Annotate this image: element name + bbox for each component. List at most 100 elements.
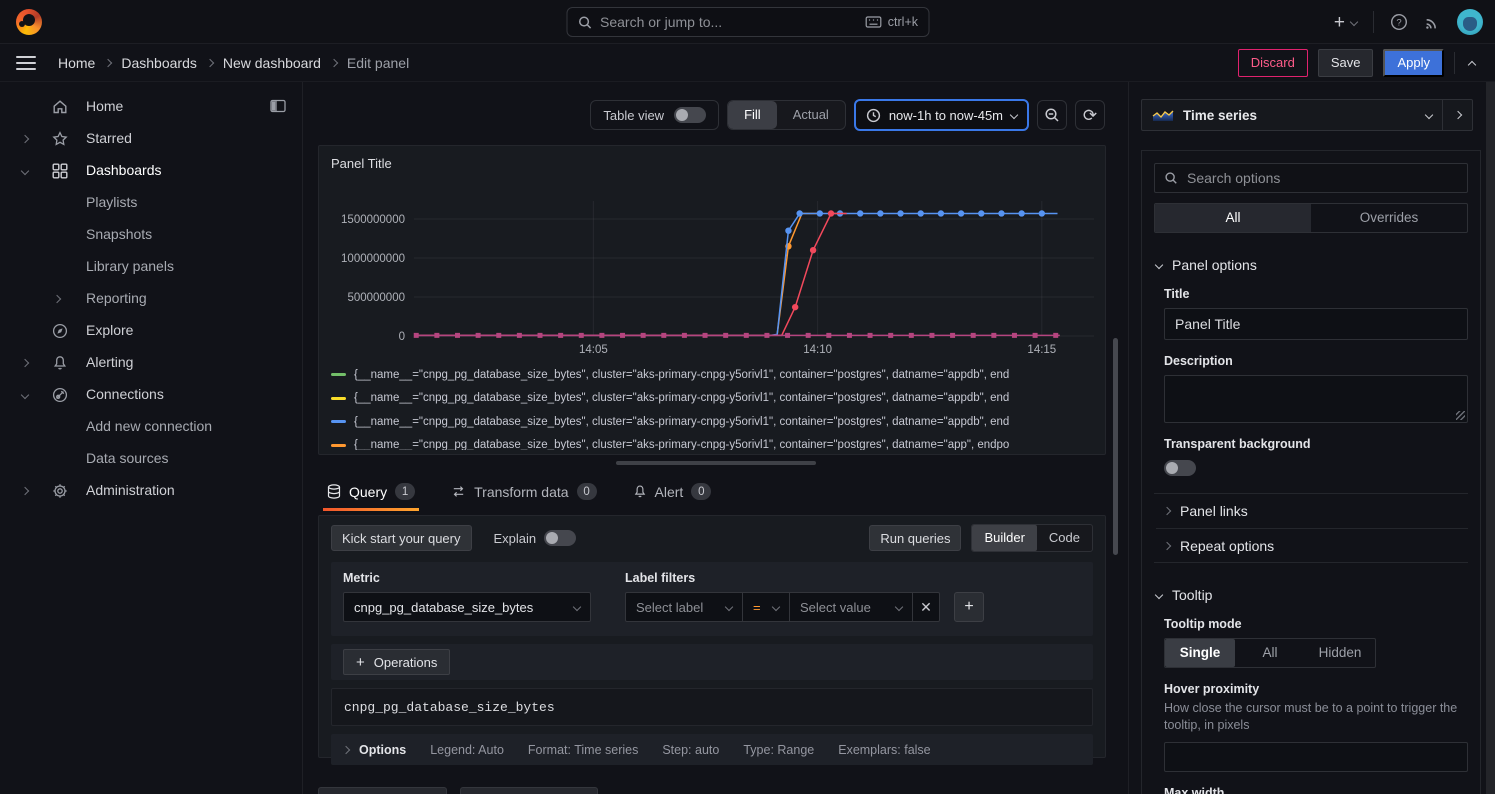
description-textarea[interactable] xyxy=(1164,375,1468,423)
options-sidebar: Time series Search options All Overrides… xyxy=(1128,82,1495,794)
expand-caret-icon[interactable] xyxy=(21,359,29,367)
sidebar-item-snapshots[interactable]: Snapshots xyxy=(0,219,302,251)
pane-resize-handle[interactable] xyxy=(616,461,816,465)
select-label-dropdown[interactable]: Select label xyxy=(625,592,743,622)
kick-start-query-button[interactable]: Kick start your query xyxy=(331,525,472,551)
user-avatar[interactable] xyxy=(1457,9,1483,35)
add-query-button[interactable] xyxy=(318,787,447,794)
global-search-input[interactable]: Search or jump to... ctrl+k xyxy=(566,7,929,37)
sidebar-item-starred[interactable]: Starred xyxy=(0,123,302,155)
apply-button[interactable]: Apply xyxy=(1383,49,1444,77)
refresh-button[interactable]: ⟳ xyxy=(1075,100,1105,130)
legend-item[interactable]: {__name__="cnpg_pg_database_size_bytes",… xyxy=(331,387,1103,411)
transparent-background-toggle[interactable] xyxy=(1164,460,1196,476)
tooltip-header[interactable]: Tooltip xyxy=(1156,587,1468,603)
legend-item[interactable]: {__name__="cnpg_pg_database_size_bytes",… xyxy=(331,434,1103,451)
divider xyxy=(1154,562,1468,563)
zoom-out-button[interactable] xyxy=(1037,100,1067,130)
sidebar-item-administration[interactable]: Administration xyxy=(0,475,302,507)
save-button[interactable]: Save xyxy=(1318,49,1374,77)
svg-text:1500000000: 1500000000 xyxy=(341,214,405,226)
sidebar-scrollbar[interactable] xyxy=(1486,82,1495,794)
tab-alert[interactable]: Alert 0 xyxy=(629,474,716,511)
chevron-right-icon xyxy=(206,58,214,66)
select-value-dropdown[interactable]: Select value xyxy=(789,592,913,622)
operator-dropdown[interactable]: = xyxy=(742,592,790,622)
dock-sidebar-icon[interactable] xyxy=(270,99,286,113)
scrollbar-thumb[interactable] xyxy=(1113,338,1118,555)
title-field-label: Title xyxy=(1164,287,1468,301)
transform-count-badge: 0 xyxy=(577,483,597,500)
transparent-background-label: Transparent background xyxy=(1164,437,1468,451)
expand-caret-icon[interactable] xyxy=(21,487,29,495)
grafana-logo-icon[interactable] xyxy=(16,9,42,35)
table-view-toggle[interactable] xyxy=(674,107,706,123)
fill-option[interactable]: Fill xyxy=(728,101,777,129)
tab-transform-data[interactable]: Transform data 0 xyxy=(447,474,600,511)
hover-proximity-input[interactable] xyxy=(1164,742,1468,772)
breadcrumb-new-dashboard[interactable]: New dashboard xyxy=(223,55,321,71)
sidebar-item-playlists[interactable]: Playlists xyxy=(0,187,302,219)
chevron-right-icon xyxy=(104,58,112,66)
gear-icon xyxy=(52,483,68,499)
sidebar-item-label: Add new connection xyxy=(86,418,212,434)
panel-title[interactable]: Panel Title xyxy=(331,156,392,171)
plus-icon: + xyxy=(356,654,365,671)
menu-toggle-button[interactable] xyxy=(16,56,36,70)
alert-bell-icon xyxy=(633,484,647,499)
expand-caret-icon[interactable] xyxy=(21,135,29,143)
sidebar-item-data-sources[interactable]: Data sources xyxy=(0,443,302,475)
visualization-row: Time series xyxy=(1141,99,1473,131)
code-option[interactable]: Code xyxy=(1037,525,1092,551)
discard-button[interactable]: Discard xyxy=(1238,49,1308,77)
sidebar-item-connections[interactable]: Connections xyxy=(0,379,302,411)
remove-filter-button[interactable]: ✕ xyxy=(912,592,940,622)
breadcrumb-dashboards[interactable]: Dashboards xyxy=(121,55,197,71)
sidebar-item-dashboards[interactable]: Dashboards xyxy=(0,155,302,187)
collapse-caret-icon[interactable] xyxy=(21,391,29,399)
search-options-input[interactable]: Search options xyxy=(1154,163,1468,193)
actual-option[interactable]: Actual xyxy=(777,101,845,129)
sidebar-item-reporting[interactable]: Reporting xyxy=(0,283,302,315)
explain-label: Explain xyxy=(494,531,537,546)
new-menu-button[interactable]: + xyxy=(1334,13,1357,32)
resize-handle-icon[interactable] xyxy=(1456,411,1465,420)
open-viz-picker-button[interactable] xyxy=(1443,99,1473,131)
repeat-options-section[interactable]: Repeat options xyxy=(1156,528,1468,562)
visualization-picker[interactable]: Time series xyxy=(1141,99,1443,131)
collapse-header-button[interactable] xyxy=(1465,51,1479,75)
tab-all[interactable]: All xyxy=(1155,204,1311,232)
help-icon[interactable]: ? xyxy=(1390,13,1408,31)
add-expression-button[interactable] xyxy=(460,787,598,794)
legend-item[interactable]: {__name__="cnpg_pg_database_size_bytes",… xyxy=(331,410,1103,434)
add-filter-button[interactable]: + xyxy=(954,592,984,622)
tab-overrides[interactable]: Overrides xyxy=(1311,204,1467,232)
add-operations-button[interactable]: + Operations xyxy=(343,649,450,675)
expand-caret-icon[interactable] xyxy=(53,295,61,303)
metric-select[interactable]: cnpg_pg_database_size_bytes xyxy=(343,592,591,622)
tooltip-mode-hidden[interactable]: Hidden xyxy=(1305,639,1375,667)
time-range-picker[interactable]: now-1h to now-45m xyxy=(854,99,1029,131)
sidebar-item-home[interactable]: Home xyxy=(0,91,302,123)
query-options-row[interactable]: Options Legend: Auto Format: Time series… xyxy=(331,734,1093,765)
panel-preview[interactable]: Panel Title 0500000000100000000015000000… xyxy=(318,145,1106,455)
tooltip-mode-single[interactable]: Single xyxy=(1165,639,1235,667)
sidebar-item-library-panels[interactable]: Library panels xyxy=(0,251,302,283)
panel-title-input[interactable] xyxy=(1164,308,1468,340)
tab-query[interactable]: Query 1 xyxy=(323,474,419,511)
legend-item[interactable]: {__name__="cnpg_pg_database_size_bytes",… xyxy=(331,363,1103,387)
builder-option[interactable]: Builder xyxy=(972,525,1036,551)
breadcrumb-home[interactable]: Home xyxy=(58,55,95,71)
sidebar-item-add-new-connection[interactable]: Add new connection xyxy=(0,411,302,443)
collapse-caret-icon[interactable] xyxy=(21,167,29,175)
tooltip-mode-all[interactable]: All xyxy=(1235,639,1305,667)
svg-text:500000000: 500000000 xyxy=(347,292,405,304)
explain-toggle[interactable] xyxy=(544,530,576,546)
sidebar-item-alerting[interactable]: Alerting xyxy=(0,347,302,379)
panel-links-section[interactable]: Panel links xyxy=(1156,494,1468,528)
sidebar-item-explore[interactable]: Explore xyxy=(0,315,302,347)
panel-options-header[interactable]: Panel options xyxy=(1156,257,1468,273)
run-queries-button[interactable]: Run queries xyxy=(869,525,961,551)
time-series-chart[interactable]: 05000000001000000000150000000014:0514:10… xyxy=(319,146,1107,361)
news-rss-icon[interactable] xyxy=(1424,14,1441,31)
